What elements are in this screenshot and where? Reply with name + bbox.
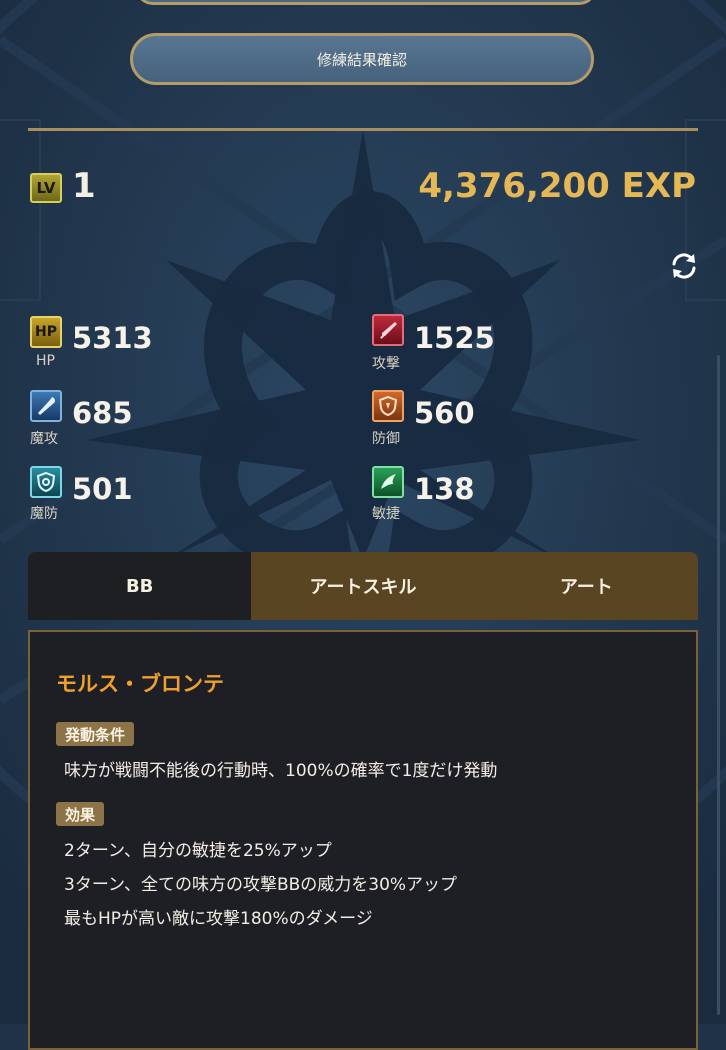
top-button-edge [135, 0, 597, 5]
hp-icon: HP [30, 316, 62, 348]
exp-value: 4,376,200 EXP [418, 166, 696, 206]
level-value: 1 [72, 166, 96, 206]
level-icon: LV [30, 173, 62, 203]
hp-label: HP [36, 353, 55, 369]
staff-icon [30, 390, 62, 422]
effect-line: 3ターン、全ての味方の攻撃BBの威力を30%アップ [64, 875, 458, 895]
tab-art-skill[interactable]: アートスキル [251, 552, 475, 620]
defense-label: 防御 [372, 431, 400, 447]
skill-tabs: BB アートスキル アート [28, 552, 698, 620]
magic-attack-label: 魔攻 [30, 431, 58, 447]
magic-attack-value: 685 [72, 396, 133, 430]
effect-tag: 効果 [56, 802, 105, 826]
magic-shield-icon [30, 466, 62, 498]
condition-tag: 発動条件 [56, 722, 135, 746]
shield-icon [372, 390, 404, 422]
training-result-confirm-button[interactable]: 修練結果確認 [130, 33, 594, 85]
section-divider [28, 128, 698, 131]
magic-defense-value: 501 [72, 472, 133, 506]
agility-value: 138 [414, 472, 475, 506]
defense-value: 560 [414, 396, 475, 430]
refresh-icon[interactable] [668, 250, 700, 282]
agility-label: 敏捷 [372, 506, 400, 522]
attack-label: 攻撃 [372, 356, 400, 372]
wing-icon [372, 466, 404, 498]
hp-value: 5313 [72, 321, 153, 355]
hp-badge-text: HP [35, 324, 57, 340]
effect-line: 2ターン、自分の敏捷を25%アップ [64, 841, 332, 861]
sword-icon [372, 314, 404, 346]
condition-text: 味方が戦闘不能後の行動時、100%の確率で1度だけ発動 [64, 761, 498, 781]
skill-detail-panel: モルス・ブロンテ 発動条件 味方が戦闘不能後の行動時、100%の確率で1度だけ発… [28, 630, 698, 1050]
effect-line: 最もHPが高い敵に攻撃180%のダメージ [64, 909, 373, 929]
tab-bb[interactable]: BB [28, 552, 252, 620]
scrollbar[interactable] [717, 355, 720, 1015]
attack-value: 1525 [414, 321, 495, 355]
magic-defense-label: 魔防 [30, 506, 58, 522]
skill-name: モルス・ブロンテ [56, 672, 224, 696]
tab-art[interactable]: アート [474, 552, 698, 620]
